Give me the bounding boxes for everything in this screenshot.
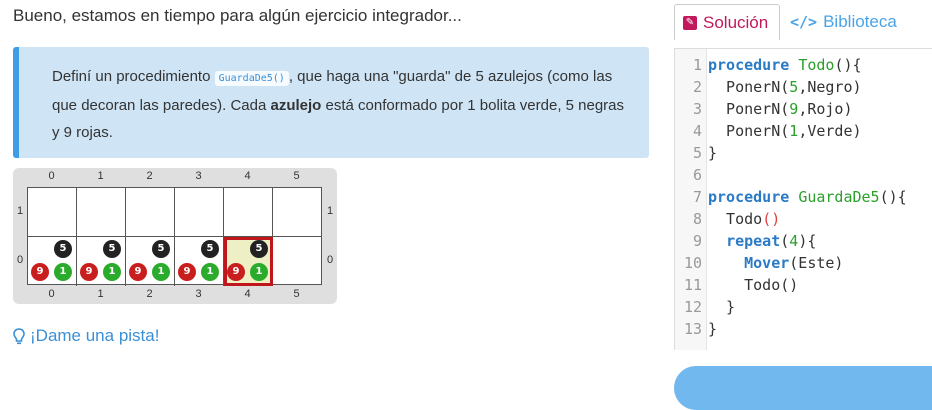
tab-solution[interactable]: ✎ Solución xyxy=(674,4,780,40)
column-coordinate-bottom: 1 xyxy=(97,288,104,300)
column-coordinate-top: 2 xyxy=(146,170,153,182)
line-number: 11 xyxy=(683,276,702,294)
procedure-name-code: GuardaDe5() xyxy=(214,71,289,86)
code-line: 13} xyxy=(675,318,932,340)
editor-tabs: ✎ Solución </> Biblioteca xyxy=(674,0,932,44)
code-line: 8 Todo() xyxy=(675,208,932,230)
line-number: 2 xyxy=(692,78,702,96)
code-text: } xyxy=(708,144,718,162)
code-line: 12 } xyxy=(675,296,932,318)
line-number: 5 xyxy=(692,144,702,162)
code-text: PonerN(9,Rojo) xyxy=(708,100,853,118)
board-cell xyxy=(175,188,224,237)
hint-label: ¡Dame una pista! xyxy=(30,326,160,345)
board-cell xyxy=(28,188,77,237)
instructions-callout: Definí un procedimiento GuardaDe5(), que… xyxy=(13,47,649,158)
black-ball-count: 5 xyxy=(201,240,219,258)
red-ball-count: 9 xyxy=(227,263,245,281)
hint-link[interactable]: ¡Dame una pista! xyxy=(13,326,159,346)
code-line: 5} xyxy=(675,142,932,164)
code-text: Mover(Este) xyxy=(744,254,844,272)
tab-library[interactable]: </> Biblioteca xyxy=(790,4,897,40)
red-ball-count: 9 xyxy=(31,263,49,281)
column-coordinate-bottom: 3 xyxy=(195,288,202,300)
code-editor[interactable]: 1 procedure Todo(){2 PonerN(5,Negro) 3 Pon… xyxy=(674,48,932,350)
red-ball-count: 9 xyxy=(129,263,147,281)
line-number: 6 xyxy=(692,166,702,184)
code-line: 10 Mover(Este) xyxy=(675,252,932,274)
code-text: PonerN(5,Negro) xyxy=(708,78,862,96)
code-line: 7 procedure GuardaDe5(){ xyxy=(675,186,932,208)
line-number: 8 xyxy=(692,210,702,228)
row-coordinate-left: 0 xyxy=(16,254,24,266)
intro-text: Bueno, estamos en tiempo para algún ejer… xyxy=(13,6,462,25)
black-ball-count: 5 xyxy=(250,240,268,258)
column-coordinate-bottom: 4 xyxy=(244,288,251,300)
code-text: procedure GuardaDe5(){ xyxy=(708,188,907,206)
line-number: 1 xyxy=(692,56,702,74)
column-coordinate-top: 0 xyxy=(48,170,55,182)
board-cell xyxy=(273,237,322,286)
tab-library-label: Biblioteca xyxy=(823,12,897,31)
green-ball-count: 1 xyxy=(103,263,121,281)
edit-icon: ✎ xyxy=(683,15,697,30)
board-cell-head: 591 xyxy=(224,237,273,286)
red-ball-count: 9 xyxy=(178,263,196,281)
line-number: 3 xyxy=(692,100,702,118)
code-text: } xyxy=(708,320,718,338)
board-cell: 591 xyxy=(126,237,175,286)
code-line: 1 procedure Todo(){ xyxy=(675,54,932,76)
board-cell xyxy=(273,188,322,237)
black-ball-count: 5 xyxy=(103,240,121,258)
board-cell: 591 xyxy=(28,237,77,286)
red-ball-count: 9 xyxy=(80,263,98,281)
board-cell: 591 xyxy=(175,237,224,286)
code-line: 2 PonerN(5,Negro) xyxy=(675,76,932,98)
column-coordinate-top: 4 xyxy=(244,170,251,182)
lightbulb-icon xyxy=(13,327,25,344)
code-line: 3 PonerN(9,Rojo) xyxy=(675,98,932,120)
submit-button[interactable] xyxy=(674,366,932,410)
code-text: } xyxy=(708,298,736,316)
board-cell: 591 xyxy=(77,237,126,286)
board-grid: 591591591591591 xyxy=(27,187,322,286)
row-coordinate-right: 1 xyxy=(326,205,334,217)
green-ball-count: 1 xyxy=(152,263,170,281)
code-text: repeat(4){ xyxy=(726,232,817,250)
column-coordinate-top: 1 xyxy=(97,170,104,182)
green-ball-count: 1 xyxy=(201,263,219,281)
board-cell xyxy=(126,188,175,237)
code-text: Todo() xyxy=(708,210,781,228)
column-coordinate-bottom: 2 xyxy=(146,288,153,300)
board-cell xyxy=(224,188,273,237)
board-cell xyxy=(77,188,126,237)
line-number: 4 xyxy=(692,122,702,140)
black-ball-count: 5 xyxy=(54,240,72,258)
green-ball-count: 1 xyxy=(54,263,72,281)
black-ball-count: 5 xyxy=(152,240,170,258)
line-number: 7 xyxy=(692,188,702,206)
code-text: Todo() xyxy=(708,276,799,294)
line-number: 12 xyxy=(683,298,702,316)
column-coordinate-bottom: 5 xyxy=(293,288,300,300)
code-icon: </> xyxy=(790,13,818,31)
row-coordinate-right: 0 xyxy=(326,254,334,266)
line-number: 13 xyxy=(683,320,702,338)
board: 0011223344551100591591591591591 xyxy=(13,168,337,304)
column-coordinate-bottom: 0 xyxy=(48,288,55,300)
green-ball-count: 1 xyxy=(250,263,268,281)
column-coordinate-top: 3 xyxy=(195,170,202,182)
row-coordinate-left: 1 xyxy=(16,205,24,217)
code-line: 4 PonerN(1,Verde) xyxy=(675,120,932,142)
line-number: 10 xyxy=(683,254,702,272)
code-text: PonerN(1,Verde) xyxy=(708,122,862,140)
code-text: procedure Todo(){ xyxy=(708,56,862,74)
line-number: 9 xyxy=(692,232,702,250)
code-line: 11 Todo() xyxy=(675,274,932,296)
tab-solution-label: Solución xyxy=(703,12,769,32)
code-line: 6 xyxy=(675,164,932,186)
code-line: 9 repeat(4){ xyxy=(675,230,932,252)
column-coordinate-top: 5 xyxy=(293,170,300,182)
instructions-text: Definí un procedimiento GuardaDe5(), que… xyxy=(52,68,625,141)
